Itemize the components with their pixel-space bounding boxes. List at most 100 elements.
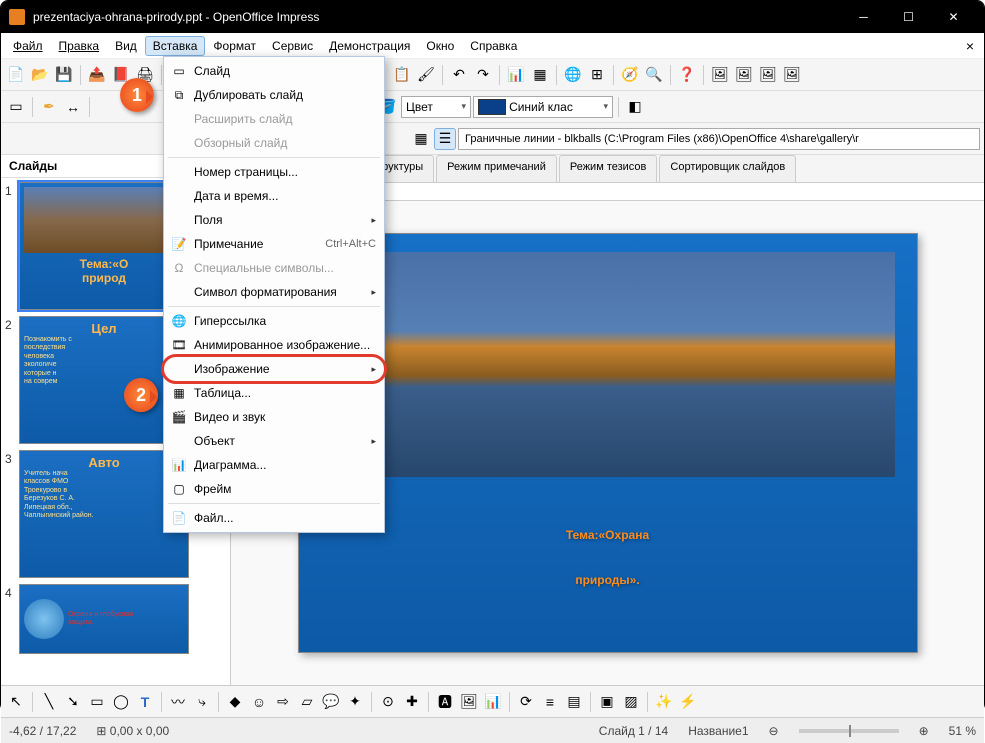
view-list-icon[interactable]: ☰ [434,128,456,150]
tab-handout[interactable]: Режим тезисов [559,155,658,182]
drawing-toolbar: ↖ ╲ ➘ ▭ ◯ T 〰 ⤷ ◆ ☺ ⇨ ▱ 💬 ✦ ⊙ ✚ 🅰 🖼 📊 ⟳ … [1,685,984,717]
menu-file[interactable]: Файл [5,36,51,56]
arrow-line-icon[interactable]: ➘ [62,691,84,713]
tab-notes[interactable]: Режим примечаний [436,155,557,182]
undo-icon[interactable]: ↶ [448,64,470,86]
new-icon[interactable]: 📄 [5,64,27,86]
paste-icon[interactable]: 📋 [391,64,413,86]
menu-slide[interactable]: ▭Слайд [164,59,384,83]
menu-table[interactable]: ▦Таблица... [164,381,384,405]
menu-chart[interactable]: 📊Диаграмма... [164,453,384,477]
view-icons-icon[interactable]: ▦ [410,128,432,150]
menu-insert[interactable]: Вставка [145,36,206,56]
curve-icon[interactable]: 〰 [167,691,189,713]
menubar: Файл Правка Вид Вставка Формат Сервис Де… [1,33,984,59]
table-icon[interactable]: ▦ [529,64,551,86]
interaction-icon[interactable]: ⚡ [677,691,699,713]
shapes-callout-icon[interactable]: 💬 [320,691,342,713]
menu-duplicate-slide[interactable]: ⧉Дублировать слайд [164,83,384,107]
zoom-out-icon[interactable]: ⊖ [769,724,779,738]
ext1-icon[interactable]: ▣ [596,691,618,713]
menu-view[interactable]: Вид [107,36,145,56]
file-ins-icon: 📄 [168,509,190,527]
points-icon[interactable]: ⊙ [377,691,399,713]
fontwork-icon[interactable]: 🅰 [434,691,456,713]
help-icon[interactable]: ❓ [676,64,698,86]
menu-note[interactable]: 📝ПримечаниеCtrl+Alt+C [164,232,384,256]
menu-fields[interactable]: Поля▸ [164,208,384,232]
menu-movie-sound[interactable]: 🎬Видео и звук [164,405,384,429]
menu-window[interactable]: Окно [418,36,462,56]
shapes-arrow-icon[interactable]: ⇨ [272,691,294,713]
menu-page-number[interactable]: Номер страницы... [164,160,384,184]
duplicate-icon: ⧉ [168,86,190,104]
rect-icon[interactable]: ▭ [86,691,108,713]
thumb-num: 4 [5,584,19,654]
menu-animated-image[interactable]: 🎞Анимированное изображение... [164,333,384,357]
arrange-icon[interactable]: ▤ [563,691,585,713]
fill-color-combo[interactable]: Синий клас [473,96,613,118]
color-swatch [478,99,506,115]
connector-icon[interactable]: ⤷ [191,691,213,713]
fromfile-icon[interactable]: 🖼 [458,691,480,713]
nav-icon[interactable]: 🧭 [619,64,641,86]
brush-icon[interactable]: 🖌 [415,64,437,86]
line-icon[interactable]: ╲ [38,691,60,713]
zoom-in-icon[interactable]: ⊕ [919,724,929,738]
zoom-icon[interactable]: 🔍 [643,64,665,86]
menu-date-time[interactable]: Дата и время... [164,184,384,208]
menu-format[interactable]: Формат [205,36,264,56]
frame-icon: ▢ [168,480,190,498]
current-slide[interactable]: Тема:«Охранаприроды». [298,233,918,653]
insert-obj-icon[interactable]: 📊 [482,691,504,713]
shadow-icon[interactable]: ◧ [624,96,646,118]
close-button[interactable]: ✕ [931,1,976,33]
fill-mode-combo[interactable]: Цвет [401,96,471,118]
shapes-basic-icon[interactable]: ◆ [224,691,246,713]
menu-frame[interactable]: ▢Фрейм [164,477,384,501]
menu-image[interactable]: Изображение▸ [164,357,384,381]
align-icon[interactable]: ≡ [539,691,561,713]
rotate-icon[interactable]: ⟳ [515,691,537,713]
minimize-button[interactable]: ─ [841,1,886,33]
ellipse-icon[interactable]: ◯ [110,691,132,713]
shapes-star-icon[interactable]: ✦ [344,691,366,713]
hyperlink-icon[interactable]: 🌐 [562,64,584,86]
text-icon[interactable]: T [134,691,156,713]
gallery-1-icon[interactable]: 🖼 [709,64,731,86]
menu-formatting-mark[interactable]: Символ форматирования▸ [164,280,384,304]
menu-object[interactable]: Объект▸ [164,429,384,453]
zoom-slider[interactable] [799,729,899,733]
save-icon[interactable]: 💾 [53,64,75,86]
globe-icon: 🌐 [168,312,190,330]
line-style-icon[interactable]: ✒ [38,96,60,118]
grid-icon[interactable]: ⊞ [586,64,608,86]
export-icon[interactable]: 📤 [86,64,108,86]
status-size: ⊞ 0,00 x 0,00 [96,724,169,738]
ext2-icon[interactable]: ▨ [620,691,642,713]
menu-file-insert[interactable]: 📄Файл... [164,506,384,530]
chart-icon[interactable]: 📊 [505,64,527,86]
menu-slideshow[interactable]: Демонстрация [321,36,418,56]
menu-tools[interactable]: Сервис [264,36,321,56]
tab-sorter[interactable]: Сортировщик слайдов [659,155,796,182]
gallery-2-icon[interactable]: 🖼 [733,64,755,86]
gallery-3-icon[interactable]: 🖼 [757,64,779,86]
shapes-flow-icon[interactable]: ▱ [296,691,318,713]
anim-icon[interactable]: ✨ [653,691,675,713]
gallery-path: Граничные линии - blkballs (C:\Program F… [458,128,980,150]
shapes-symbol-icon[interactable]: ☺ [248,691,270,713]
gallery-4-icon[interactable]: 🖼 [781,64,803,86]
menu-help[interactable]: Справка [462,36,525,56]
menu-hyperlink[interactable]: 🌐Гиперссылка [164,309,384,333]
arrow-style-icon[interactable]: ↔ [62,96,84,118]
maximize-button[interactable]: ☐ [886,1,931,33]
redo-icon[interactable]: ↷ [472,64,494,86]
slide-thumb-4[interactable]: Охрана и глобусная защита. [19,584,189,654]
arrow-select-icon[interactable]: ▭ [5,96,27,118]
menu-edit[interactable]: Правка [51,36,108,56]
open-icon[interactable]: 📂 [29,64,51,86]
pointer-icon[interactable]: ↖ [5,691,27,713]
doc-close-button[interactable]: × [960,38,980,54]
glue-icon[interactable]: ✚ [401,691,423,713]
